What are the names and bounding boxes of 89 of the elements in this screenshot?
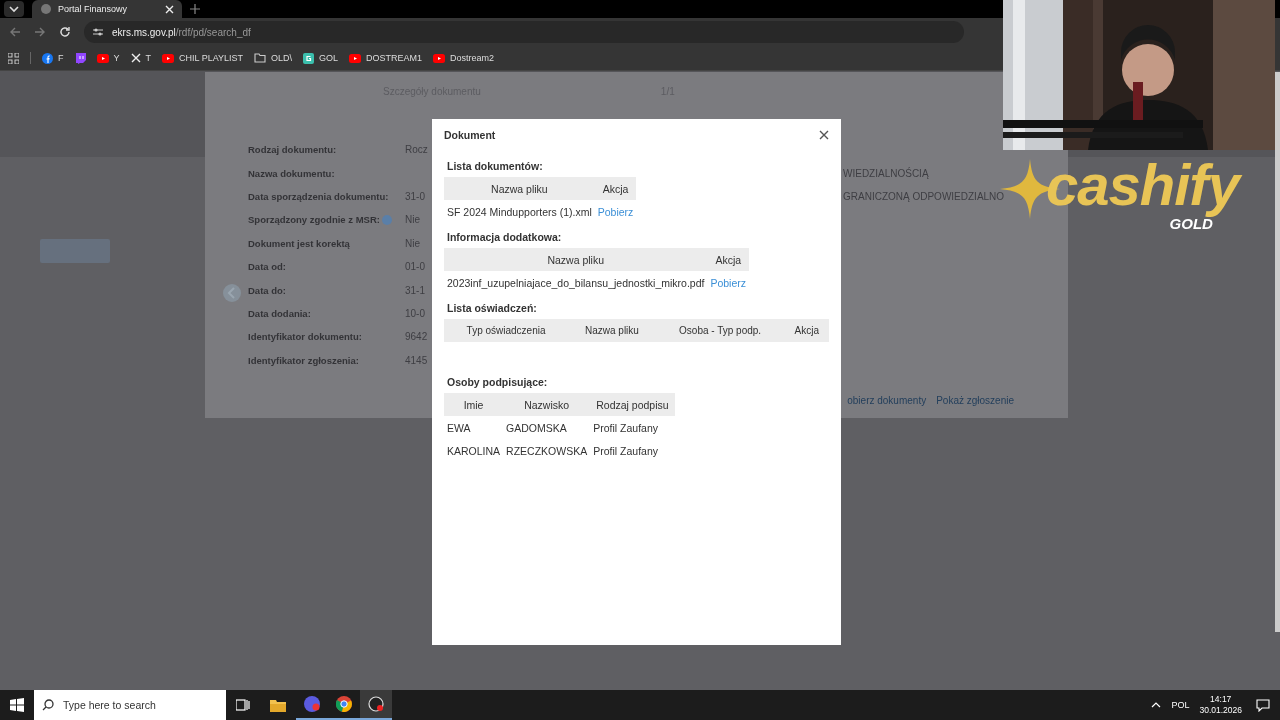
folder-icon[interactable] [270, 698, 286, 712]
x-logo-icon [130, 53, 141, 63]
f-logo-icon [42, 52, 53, 64]
bookmark[interactable]: OLD\ [254, 53, 293, 63]
section-heading: Lista dokumentów: [447, 160, 544, 174]
column-header: Nazwisko [503, 393, 591, 416]
bookmark[interactable]: Dostream2 [433, 53, 495, 63]
section-heading: Informacja dodatkowa: [447, 231, 563, 245]
field-label: Sporządzony zgodnie z MSR: [248, 214, 380, 226]
field-value: 9642 [405, 331, 428, 343]
table-cell: KAROLINA [447, 444, 501, 457]
chevron-up-icon[interactable] [1151, 702, 1162, 708]
address-bar[interactable]: ekrs.ms.gov.pl/rdf/pd/search_df [84, 21, 964, 43]
field-label: Data do: [248, 284, 286, 296]
field-value: Rocz [405, 144, 428, 156]
chat-bubble-icon[interactable] [74, 52, 86, 64]
folder-icon [254, 53, 267, 63]
apps-icon[interactable] [8, 52, 19, 64]
browser-tab[interactable]: Portal Finansowy [32, 0, 182, 18]
app-icon[interactable] [304, 696, 320, 712]
g-logo-icon [303, 52, 315, 64]
logo-subtext: GOLD [1169, 216, 1213, 232]
language-indicator[interactable]: POL [1171, 700, 1190, 710]
caret-icon [9, 5, 19, 13]
column-header: Nazwa pliku [444, 177, 595, 200]
notifications-icon[interactable] [1256, 698, 1270, 712]
table-cell: GADOMSKA [506, 421, 567, 434]
field-value: GRANICZONĄ ODPOWIEDZIALNO [843, 190, 1005, 202]
play-icon [349, 53, 362, 63]
forward-icon[interactable] [34, 26, 46, 38]
table-cell: SF 2024 Mindupporters (1).xml [447, 205, 592, 218]
site-settings-icon[interactable] [92, 27, 104, 37]
field-value: WIEDZIALNOŚCIĄ [843, 167, 929, 179]
bookmark[interactable]: DOSTREAM1 [349, 53, 423, 63]
column-header: Rodzaj podpisu [590, 393, 675, 416]
field-label: Data dodania: [248, 307, 311, 319]
field-value: Nie [405, 237, 420, 249]
field-label: Data od: [248, 261, 286, 273]
section-heading: Osoby podpisujące: [447, 376, 549, 390]
table-cell: 2023inf_uzupelniajace_do_bilansu_jednostki_mikro.pdf [447, 276, 705, 289]
bookmark[interactable]: F [42, 52, 64, 64]
table-cell: Profil Zaufany [593, 421, 658, 434]
column-header: Imie [444, 393, 504, 416]
download-link[interactable]: Pobierz [710, 276, 747, 289]
column-header: Osoba - Typ podp. [655, 319, 785, 342]
column-header: Akcja [784, 319, 829, 342]
play-icon [433, 53, 446, 63]
dialog-title: Dokument [444, 129, 496, 141]
tab-menu-button[interactable] [4, 1, 24, 17]
table-cell: RZECZKOWSKA [506, 444, 588, 457]
globe-icon [40, 3, 52, 15]
close-icon[interactable] [819, 130, 829, 140]
clock[interactable]: 14:17 30.01.2026 [1199, 694, 1242, 716]
field-label: Identyfikator zgłoszenia: [248, 354, 359, 366]
field-label: Data sporządzenia dokumentu: [248, 190, 389, 202]
field-value: 31-1 [405, 284, 425, 296]
field-value: 31-0 [405, 190, 425, 202]
bookmark[interactable]: T [130, 53, 151, 63]
windows-icon[interactable] [10, 698, 24, 712]
field-label: Rodzaj dokumentu: [248, 144, 337, 156]
recorder-icon[interactable] [368, 696, 384, 712]
table-cell: Profil Zaufany [593, 444, 658, 457]
field-value: Nie [405, 214, 420, 226]
chrome-icon[interactable] [336, 696, 352, 712]
field-value: 01-0 [405, 261, 425, 273]
task-view-icon[interactable] [236, 699, 250, 711]
search-icon [42, 699, 54, 711]
bookmark[interactable]: Y [96, 53, 120, 63]
column-header: Akcja [594, 177, 637, 200]
search-field[interactable]: Type here to search [34, 690, 226, 720]
column-header: Nazwa pliku [568, 319, 656, 342]
bookmark[interactable]: GOL [303, 52, 339, 64]
field-label: Identyfikator dokumentu: [248, 331, 362, 343]
bookmark[interactable]: CHIL PLAYLIST [162, 53, 244, 63]
reload-icon[interactable] [59, 26, 71, 38]
field-label: Nazwa dokumentu: [248, 167, 335, 179]
field-value: 4145 [405, 354, 428, 366]
field-label: Dokument jest korektą [248, 237, 350, 249]
table-cell: EWA [447, 421, 471, 434]
play-icon [96, 53, 109, 63]
column-header: Typ oświadczenia [444, 319, 569, 342]
play-icon [162, 53, 174, 63]
back-icon[interactable] [9, 26, 21, 38]
download-link[interactable]: Pobierz [597, 205, 634, 218]
new-tab-icon[interactable] [190, 4, 200, 14]
logo-text: cashify [1046, 154, 1247, 216]
section-heading: Lista oświadczeń: [447, 302, 538, 316]
column-header: Nazwa pliku [444, 248, 708, 271]
column-header: Akcja [707, 248, 750, 271]
